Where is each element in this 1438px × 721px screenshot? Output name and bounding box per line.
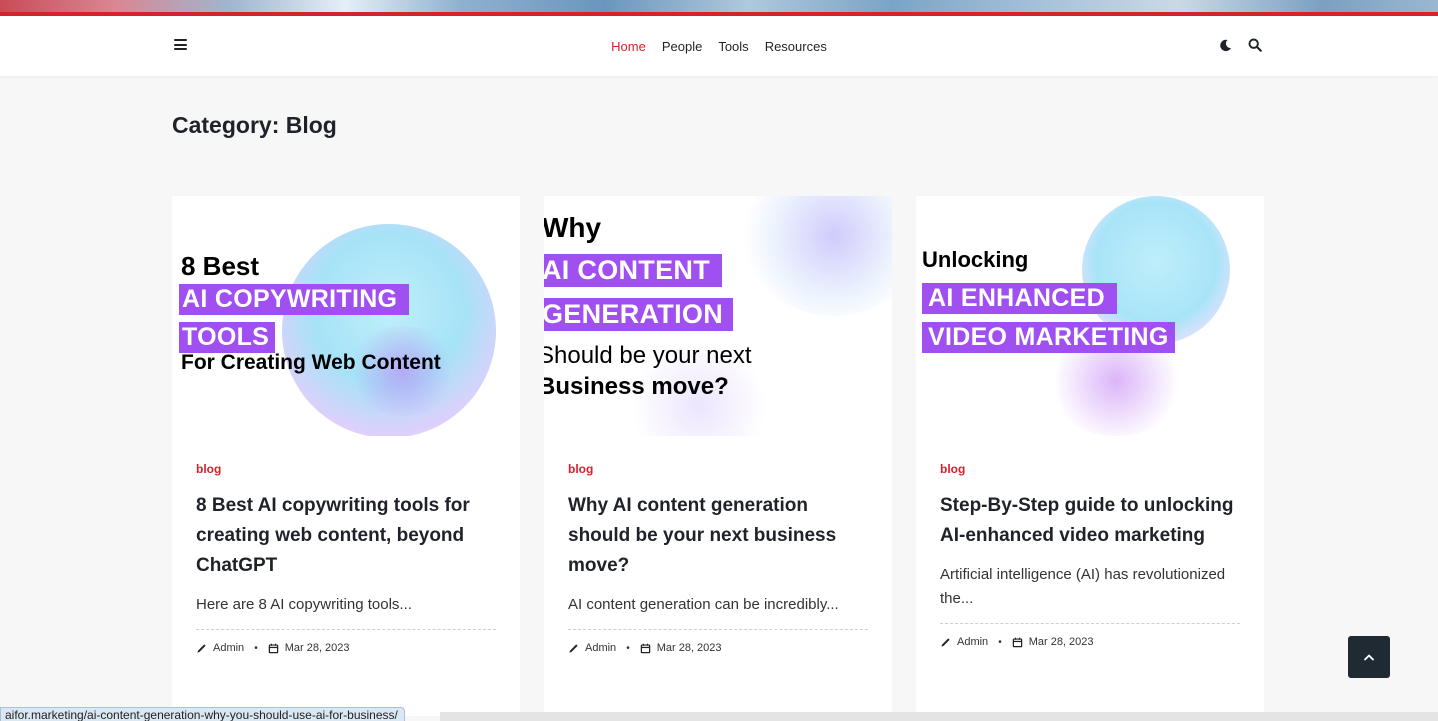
nav-people[interactable]: People	[662, 39, 702, 54]
calendar-icon	[268, 643, 278, 653]
separator-dot: •	[254, 642, 258, 654]
post-excerpt: AI content generation can be incredibly.…	[568, 596, 839, 613]
pen-icon	[941, 637, 950, 647]
thumbnail-text: Why	[544, 212, 602, 243]
post-meta: Admin • Mar 28, 2023	[196, 642, 496, 654]
thumbnail-text: 8 Best	[181, 251, 260, 281]
post-excerpt: Here are 8 AI copywriting tools...	[196, 596, 412, 613]
author-link[interactable]: Admin	[585, 642, 616, 654]
post-card: Why AI CONTENT GENERATION Should be your…	[544, 196, 892, 716]
post-excerpt: Artificial intelligence (AI) has revolut…	[940, 566, 1226, 607]
post-thumbnail[interactable]: 8 Best AI COPYWRITING TOOLS For Creating…	[172, 196, 520, 436]
author-link[interactable]: Admin	[213, 642, 244, 654]
thumbnail-highlight: AI ENHANCED	[922, 283, 1117, 314]
nav-home[interactable]: Home	[611, 39, 646, 54]
post-meta: Admin • Mar 28, 2023	[940, 636, 1240, 648]
post-title[interactable]: 8 Best AI copywriting tools for creating…	[196, 491, 496, 581]
calendar-icon	[1012, 637, 1022, 647]
separator-dot: •	[626, 642, 630, 654]
moon-icon[interactable]	[1219, 39, 1232, 52]
post-title[interactable]: Why AI content generation should be your…	[568, 491, 868, 581]
calendar-icon	[640, 643, 650, 653]
thumbnail-text: For Creating Web Content	[181, 351, 441, 374]
post-date: Mar 28, 2023	[1028, 636, 1094, 648]
post-card: 8 Best AI COPYWRITING TOOLS For Creating…	[172, 196, 520, 716]
pen-icon	[569, 643, 578, 653]
post-card: Unlocking AI ENHANCED VIDEO MARKETING bl…	[916, 196, 1264, 716]
post-thumbnail[interactable]: Why AI CONTENT GENERATION Should be your…	[544, 196, 892, 436]
post-meta: Admin • Mar 28, 2023	[568, 642, 868, 654]
thumbnail-text: Unlocking	[922, 247, 1029, 272]
divider	[568, 629, 868, 630]
separator-dot: •	[998, 636, 1002, 648]
thumbnail-text: Business move?	[544, 373, 729, 400]
category-link[interactable]: blog	[568, 462, 593, 476]
site-header: Home People Tools Resources	[0, 16, 1438, 76]
link-status-bar: aifor.marketing/ai-content-generation-wh…	[0, 707, 405, 721]
divider	[940, 623, 1240, 624]
thumbnail-highlight: VIDEO MARKETING	[922, 322, 1175, 353]
category-link[interactable]: blog	[196, 462, 221, 476]
chevron-up-icon	[1364, 654, 1374, 661]
post-title[interactable]: Step-By-Step guide to unlocking AI-enhan…	[940, 491, 1240, 551]
category-link[interactable]: blog	[940, 462, 965, 476]
hamburger-icon[interactable]	[174, 39, 187, 50]
post-date: Mar 28, 2023	[284, 642, 350, 654]
page-title: Category: Blog	[172, 112, 337, 138]
nav-resources[interactable]: Resources	[765, 39, 827, 54]
divider	[196, 629, 496, 630]
top-decorative-banner	[0, 0, 1438, 12]
thumbnail-highlight: AI COPYWRITING	[179, 284, 410, 315]
author-link[interactable]: Admin	[957, 636, 988, 648]
thumbnail-text: Should be your next	[544, 342, 752, 369]
search-icon[interactable]	[1248, 38, 1262, 52]
page-bottom-edge	[440, 712, 1438, 721]
thumbnail-highlight: TOOLS	[179, 322, 276, 353]
nav-tools[interactable]: Tools	[718, 39, 748, 54]
thumbnail-highlight: AI CONTENT	[544, 254, 722, 287]
thumbnail-highlight: GENERATION	[544, 298, 734, 331]
pen-icon	[197, 643, 206, 653]
post-date: Mar 28, 2023	[656, 642, 722, 654]
scroll-to-top-button[interactable]	[1348, 636, 1390, 678]
post-thumbnail[interactable]: Unlocking AI ENHANCED VIDEO MARKETING	[916, 196, 1264, 436]
